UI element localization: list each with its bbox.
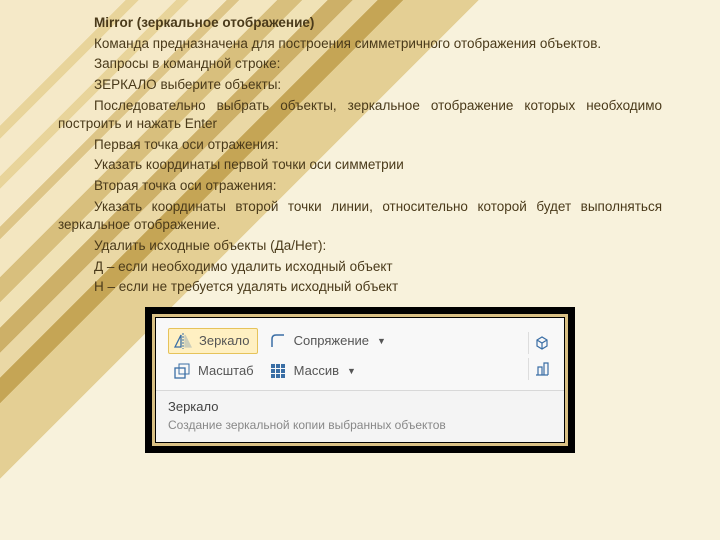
tooltip-title: Зеркало — [168, 399, 552, 414]
para-second-point-desc: Указать координаты второй точки линии, о… — [58, 198, 662, 235]
scale-icon — [172, 361, 192, 381]
fillet-label: Сопряжение — [294, 333, 369, 348]
scale-button[interactable]: Масштаб — [168, 358, 258, 384]
fillet-button[interactable]: Сопряжение ▼ — [264, 328, 390, 354]
para-select-desc: Последовательно выбрать объекты, зеркаль… — [58, 97, 662, 134]
para-delete-no: Н – если не требуется удалять исходный о… — [58, 278, 662, 297]
para-delete-prompt: Удалить исходные объекты (Да/Нет): — [58, 237, 662, 256]
array-button[interactable]: Массив ▼ — [264, 358, 390, 384]
screenshot-frame: Зеркало Масштаб — [145, 307, 575, 453]
chevron-down-icon: ▼ — [347, 366, 356, 376]
para-second-point: Вторая точка оси отражения: — [58, 177, 662, 196]
para-first-point-desc: Указать координаты первой точки оси симм… — [58, 156, 662, 175]
ribbon-panel: Зеркало Масштаб — [156, 318, 564, 442]
document-body: Mirror (зеркальное отображение) Команда … — [0, 0, 720, 297]
chevron-down-icon: ▼ — [377, 336, 386, 346]
tooltip-desc: Создание зеркальной копии выбранных объе… — [168, 418, 552, 432]
mirror-icon — [173, 331, 193, 351]
align-icon[interactable] — [528, 358, 550, 380]
tooltip: Зеркало Создание зеркальной копии выбран… — [156, 390, 564, 442]
para-purpose: Команда предназначена для построения сим… — [58, 35, 662, 54]
fillet-icon — [268, 331, 288, 351]
array-icon — [268, 361, 288, 381]
para-select-objects: ЗЕРКАЛО выберите объекты: — [58, 76, 662, 95]
mirror-label: Зеркало — [199, 333, 249, 348]
scale-label: Масштаб — [198, 363, 254, 378]
cube-icon[interactable] — [528, 332, 550, 354]
mirror-button[interactable]: Зеркало — [168, 328, 258, 354]
para-first-point: Первая точка оси отражения: — [58, 136, 662, 155]
array-label: Массив — [294, 363, 339, 378]
para-delete-yes: Д – если необходимо удалить исходный объ… — [58, 258, 662, 277]
heading-mirror: Mirror (зеркальное отображение) — [58, 14, 662, 33]
para-prompts-label: Запросы в командной строке: — [58, 55, 662, 74]
